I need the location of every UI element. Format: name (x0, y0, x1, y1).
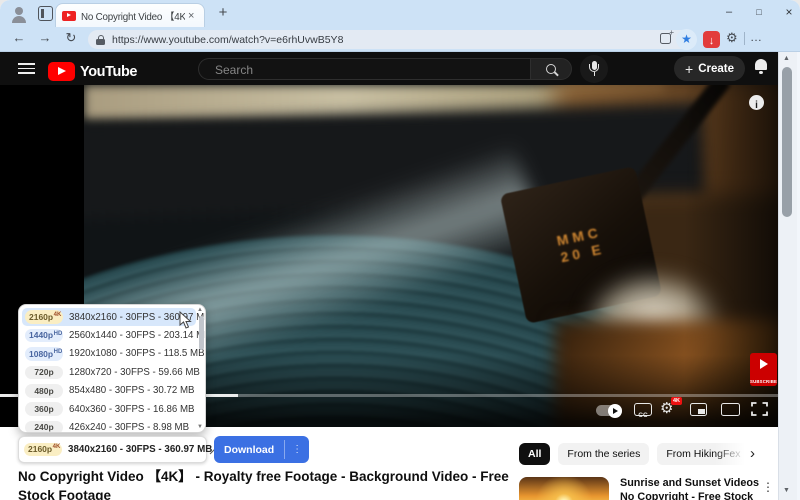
browser-tab[interactable]: No Copyright Video 【4K】 - Royal × (55, 3, 205, 27)
window-close-button[interactable]: × (778, 3, 800, 21)
scrollbar-up-icon[interactable]: ▲ (783, 55, 790, 62)
notifications-bell-icon[interactable] (754, 59, 768, 74)
search-input[interactable] (213, 61, 507, 79)
scrollbar-thumb[interactable] (782, 67, 792, 217)
youtube-favicon (62, 10, 76, 21)
split-screen-icon[interactable] (660, 28, 674, 44)
create-button[interactable]: + Create (674, 56, 745, 81)
profile-icon[interactable] (10, 5, 28, 23)
resolution-option-240p[interactable]: 240p 426x240 - 30FPS - 8.98 MB (19, 418, 205, 432)
star-icon: ★ (681, 32, 692, 46)
play-icon (760, 359, 768, 369)
dropdown-scrollbar-thumb[interactable] (199, 316, 204, 350)
chips-next-icon[interactable]: › (750, 443, 755, 465)
toolbar-divider (744, 32, 745, 45)
download-button[interactable]: Download (214, 436, 284, 463)
resolution-option-1080p[interactable]: 1080pHD 1920x1080 - 30FPS - 118.5 MB (19, 345, 205, 363)
search-field[interactable] (198, 58, 530, 80)
forward-button[interactable]: → (36, 30, 54, 45)
dropdown-scroll-down-icon[interactable]: ▼ (197, 424, 203, 430)
chip-from-the-series[interactable]: From the series (558, 443, 650, 465)
resolution-select[interactable]: 2160p4K 3840x2160 - 30FPS - 360.97 MB (18, 436, 216, 463)
info-icon[interactable]: i (749, 95, 764, 111)
voice-search-button[interactable] (580, 55, 608, 83)
window-maximize-button[interactable]: □ (748, 3, 770, 21)
quality-4k-badge: 4K (671, 397, 683, 405)
download-split-button[interactable]: Download ⋮ (214, 436, 310, 463)
search-button[interactable] (530, 58, 572, 80)
subscribe-watermark[interactable]: SUBSCRIBE (750, 353, 777, 386)
back-button[interactable]: ← (10, 30, 28, 45)
youtube-logo-text[interactable]: YouTube (80, 64, 137, 80)
search-icon (546, 63, 556, 74)
download-options-icon[interactable]: ⋮ (285, 436, 309, 463)
url-text: https://www.youtube.com/watch?v=e6rhUvwB… (112, 33, 344, 46)
miniplayer-button[interactable] (690, 403, 707, 416)
autoplay-toggle[interactable] (596, 403, 622, 418)
new-tab-button[interactable]: + (214, 4, 232, 21)
chip-all[interactable]: All (519, 443, 551, 465)
youtube-logo-icon[interactable] (48, 62, 75, 81)
tab-close-icon[interactable]: × (188, 10, 194, 22)
address-bar[interactable]: https://www.youtube.com/watch?v=e6rhUvwB… (88, 30, 692, 49)
suggested-video-thumbnail[interactable] (519, 477, 609, 500)
resolution-dropdown: 2160p4K 3840x2160 - 30FPS - 360.97 MB 14… (18, 304, 206, 433)
resolution-option-2160p[interactable]: 2160p4K 3840x2160 - 30FPS - 360.97 MB (22, 308, 205, 327)
window-minimize-button[interactable]: – (718, 3, 740, 21)
lock-icon (96, 34, 105, 45)
mouse-cursor (179, 310, 193, 335)
suggested-video-title[interactable]: Sunrise and Sunset Videos No Copyright -… (620, 477, 770, 500)
favorite-button[interactable]: ★ (676, 29, 697, 50)
browser-window: No Copyright Video 【4K】 - Royal × + – □ … (0, 0, 800, 500)
downloader-extension-icon[interactable]: ↓ (703, 30, 720, 48)
theater-mode-button[interactable] (721, 403, 740, 416)
suggested-video-menu-icon[interactable]: ⋮ (762, 480, 774, 494)
captions-button[interactable]: CC (634, 403, 652, 419)
reload-button[interactable]: ↻ (62, 30, 80, 46)
settings-gear-icon[interactable]: ⚙ (726, 30, 738, 46)
fullscreen-button[interactable] (751, 402, 768, 416)
chips-fade (715, 443, 755, 465)
workspaces-icon[interactable] (38, 6, 53, 21)
browser-menu-button[interactable]: … (750, 30, 763, 44)
resolution-option-480p[interactable]: 480p 854x480 - 30FPS - 30.72 MB (19, 382, 205, 400)
scrollbar-down-icon[interactable]: ▼ (783, 487, 790, 494)
plus-icon: + (685, 60, 694, 77)
dropdown-scroll-up-icon[interactable]: ▲ (197, 307, 203, 313)
tab-title: No Copyright Video 【4K】 - Royal (81, 11, 185, 23)
download-arrow-icon: ↓ (708, 34, 715, 47)
browser-titlebar: No Copyright Video 【4K】 - Royal × + – □ … (0, 0, 800, 27)
hamburger-menu-icon[interactable] (18, 63, 35, 74)
resolution-option-1440p[interactable]: 1440pHD 2560x1440 - 30FPS - 203.14 MB (19, 326, 205, 344)
resolution-option-720p[interactable]: 720p 1280x720 - 30FPS - 59.66 MB (19, 363, 205, 381)
resolution-option-360p[interactable]: 360p 640x360 - 30FPS - 16.86 MB (19, 400, 205, 418)
video-title: No Copyright Video 【4K】 - Royalty free F… (18, 469, 509, 500)
